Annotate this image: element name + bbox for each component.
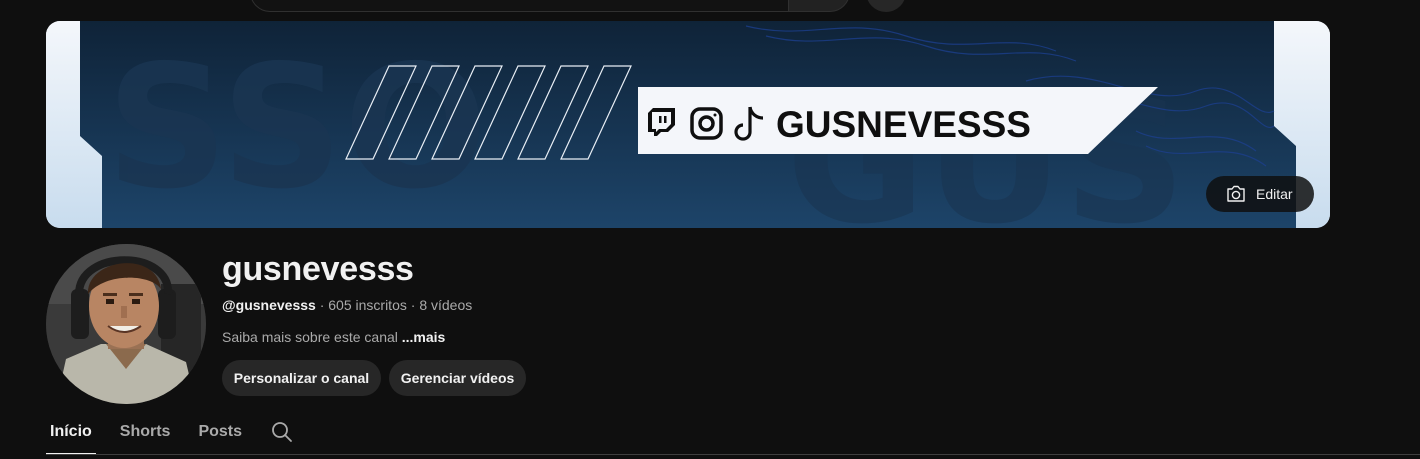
search-input[interactable]	[250, 0, 790, 12]
meta-separator: ·	[315, 297, 329, 313]
banner-brand-text: GUSNEVESSS	[776, 104, 1031, 145]
search-button[interactable]	[788, 0, 850, 12]
video-count: 8 vídeos	[419, 297, 473, 313]
avatar-image	[46, 244, 206, 404]
channel-meta: @gusnevesss · 605 inscritos · 8 vídeos	[222, 297, 472, 313]
channel-banner: SSO GUSNEVESSS Editar	[46, 21, 1330, 228]
search-icon[interactable]	[270, 420, 294, 444]
top-bar	[0, 0, 1420, 14]
settings-icon[interactable]	[1388, 0, 1400, 6]
tab-posts[interactable]: Posts	[194, 413, 246, 455]
channel-avatar[interactable]	[46, 244, 206, 404]
subscriber-count: 605 inscritos	[328, 297, 407, 313]
tabs-divider	[46, 454, 1420, 455]
channel-description[interactable]: Saiba mais sobre este canal ...mais	[222, 329, 445, 345]
channel-handle: @gusnevesss	[222, 297, 316, 313]
tab-shorts[interactable]: Shorts	[116, 413, 175, 455]
customize-channel-button[interactable]: Personalizar o canal	[222, 360, 381, 396]
channel-title: gusnevesss	[222, 250, 414, 288]
channel-tabs: Início Shorts Posts	[46, 413, 266, 455]
more-link[interactable]: ...mais	[402, 329, 446, 345]
voice-search-button[interactable]	[866, 0, 906, 12]
description-text: Saiba mais sobre este canal	[222, 329, 402, 345]
edit-label: Editar	[1256, 186, 1293, 202]
edit-banner-button[interactable]: Editar	[1206, 176, 1314, 212]
camera-icon	[1227, 185, 1245, 202]
banner-artwork: SSO GUSNEVESSS	[46, 21, 1330, 228]
tab-home[interactable]: Início	[46, 413, 96, 455]
meta-separator: ·	[406, 297, 420, 313]
manage-videos-button[interactable]: Gerenciar vídeos	[389, 360, 526, 396]
